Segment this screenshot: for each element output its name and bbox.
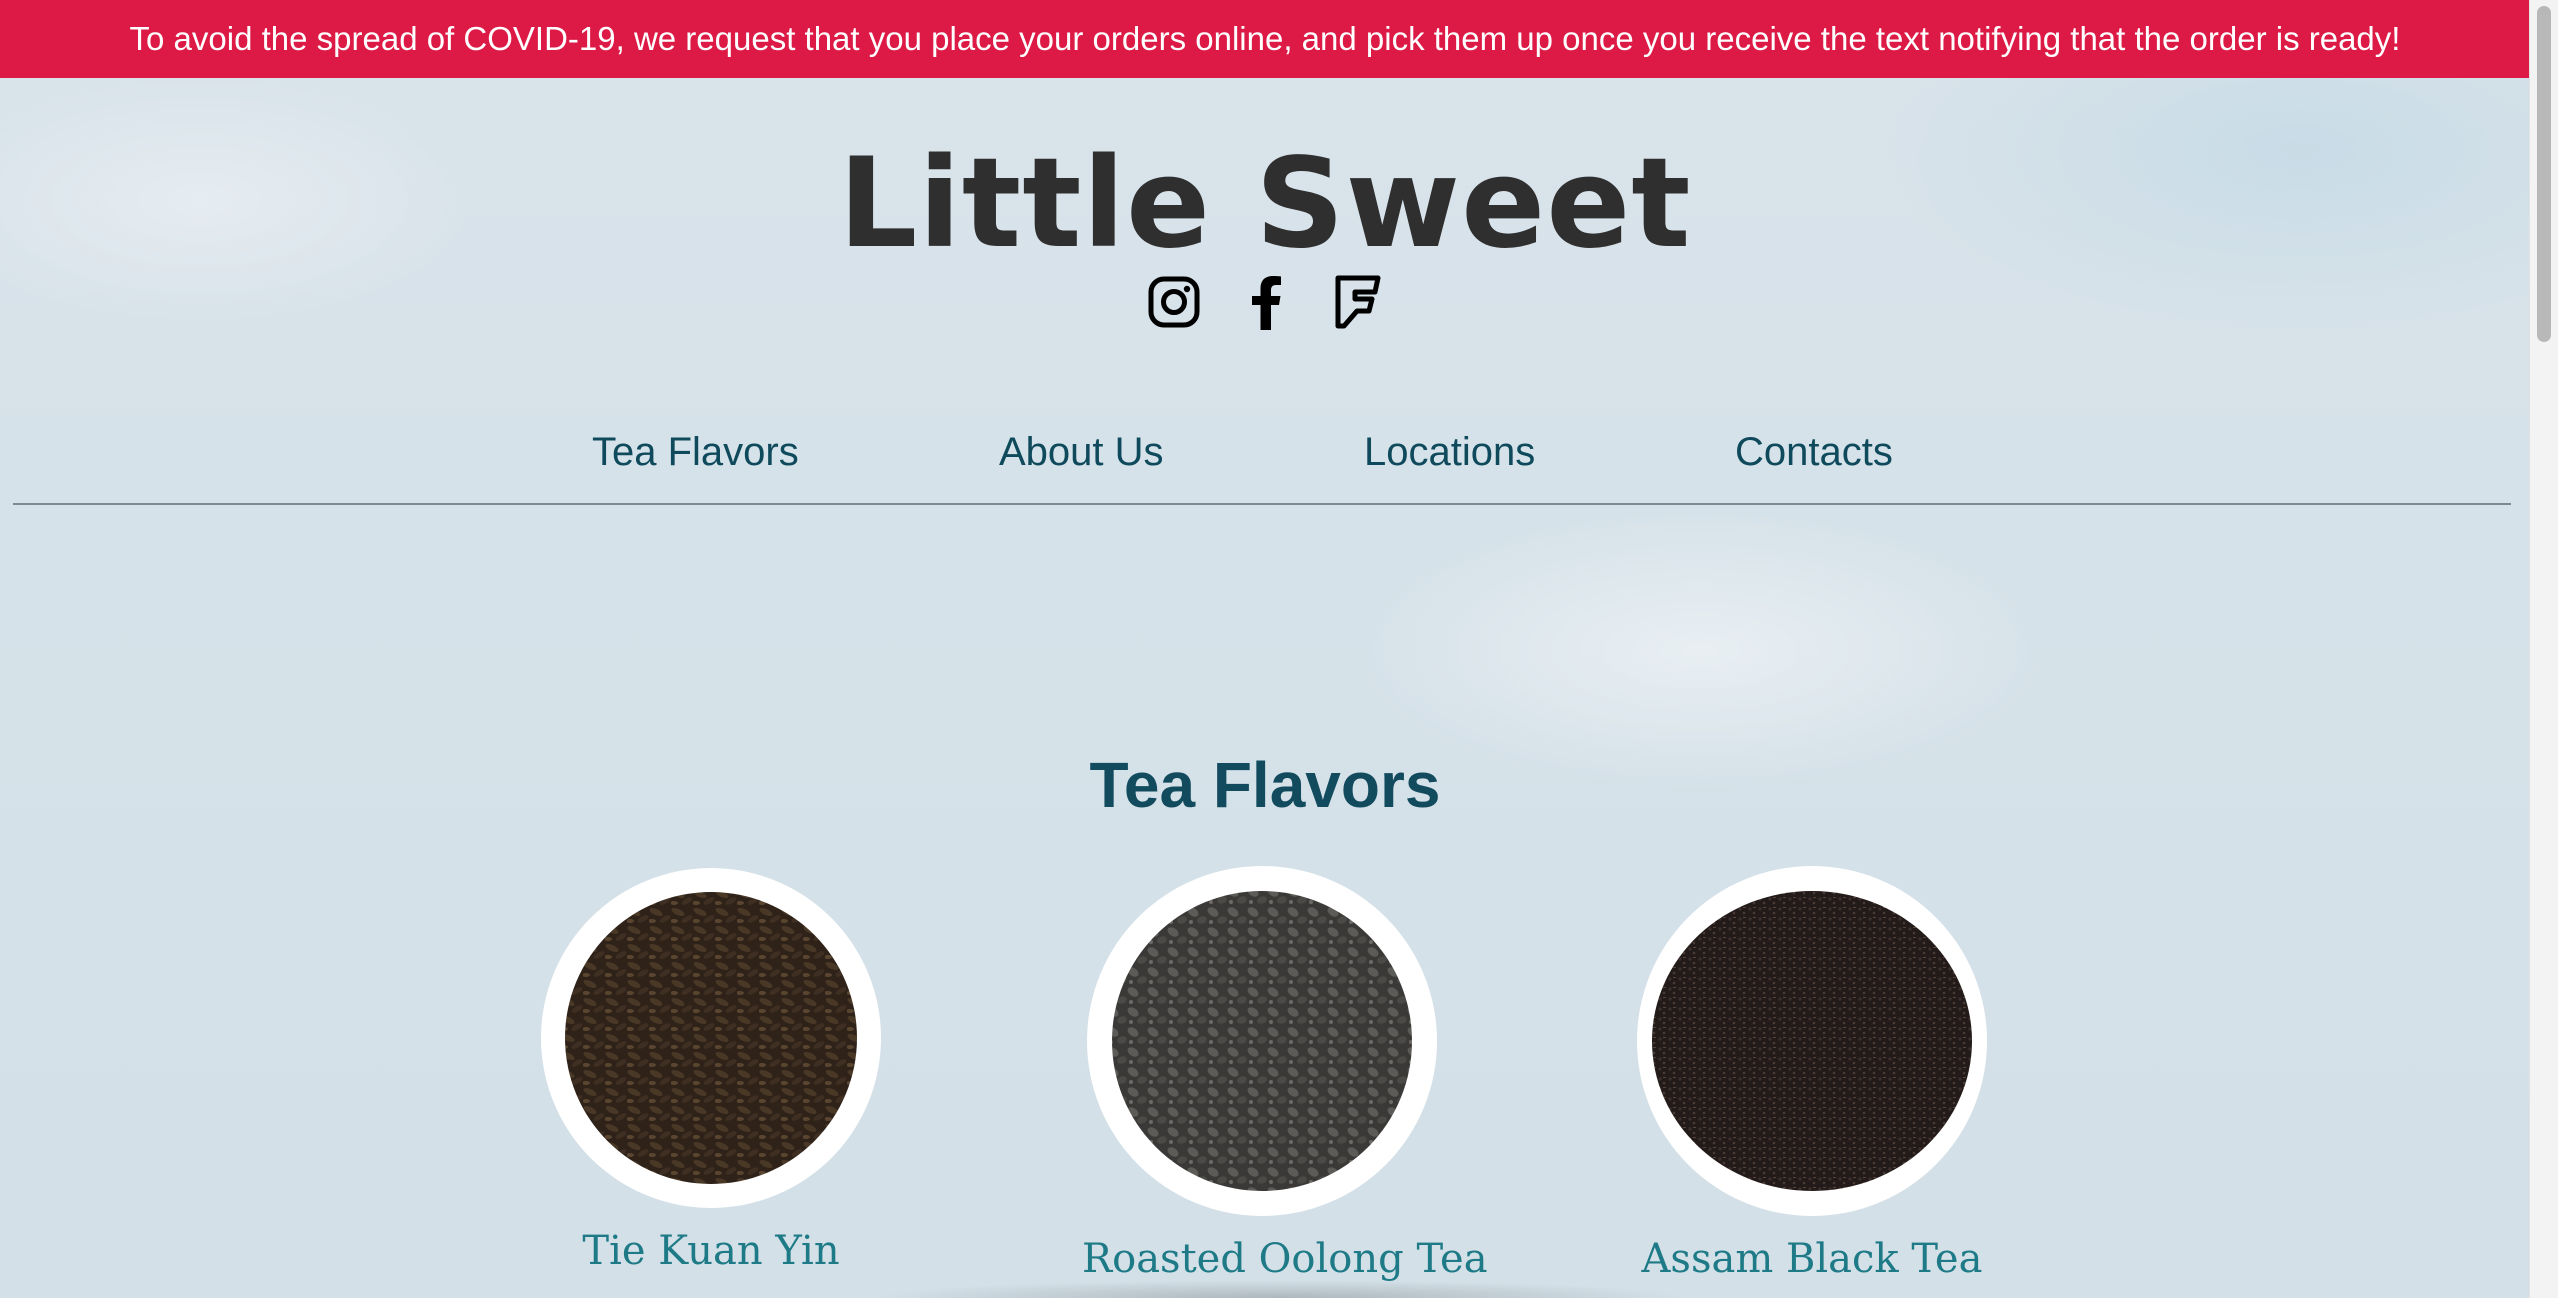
nav-about-us[interactable]: About Us [999, 430, 1164, 475]
instagram-icon[interactable] [1146, 274, 1202, 330]
tea-name[interactable]: Assam Black Tea [1632, 1236, 1992, 1282]
nav-divider [13, 503, 2511, 505]
tea-card-tie-kuan-yin[interactable]: Tie Kuan Yin [531, 868, 891, 1274]
tea-name[interactable]: Tie Kuan Yin [531, 1228, 891, 1274]
nav-contacts[interactable]: Contacts [1735, 430, 1893, 475]
chat-widget-shadow [870, 1280, 1690, 1298]
tea-card-assam-black[interactable]: Assam Black Tea [1632, 866, 1992, 1282]
tea-card-roasted-oolong[interactable]: Roasted Oolong Tea [1082, 866, 1488, 1282]
scrollbar-thumb[interactable] [2537, 6, 2551, 342]
covid-notice-banner: To avoid the spread of COVID-19, we requ… [0, 0, 2530, 78]
tea-name[interactable]: Roasted Oolong Tea [1082, 1236, 1488, 1282]
main-navigation: Tea Flavors About Us Locations Contacts [0, 430, 2530, 500]
section-title: Tea Flavors [1089, 749, 1441, 821]
facebook-icon[interactable] [1238, 274, 1294, 330]
vertical-scrollbar[interactable] [2529, 0, 2558, 1298]
site-title[interactable]: Little Sweet [0, 132, 2530, 276]
social-links [1146, 274, 1386, 330]
tea-image[interactable] [541, 868, 881, 1208]
nav-tea-flavors[interactable]: Tea Flavors [592, 430, 799, 475]
banner-text: To avoid the spread of COVID-19, we requ… [129, 20, 2401, 57]
tea-image[interactable] [1637, 866, 1987, 1216]
foursquare-icon[interactable] [1330, 274, 1386, 330]
page: To avoid the spread of COVID-19, we requ… [0, 0, 2530, 1298]
nav-locations[interactable]: Locations [1364, 430, 1535, 475]
tea-image[interactable] [1087, 866, 1437, 1216]
